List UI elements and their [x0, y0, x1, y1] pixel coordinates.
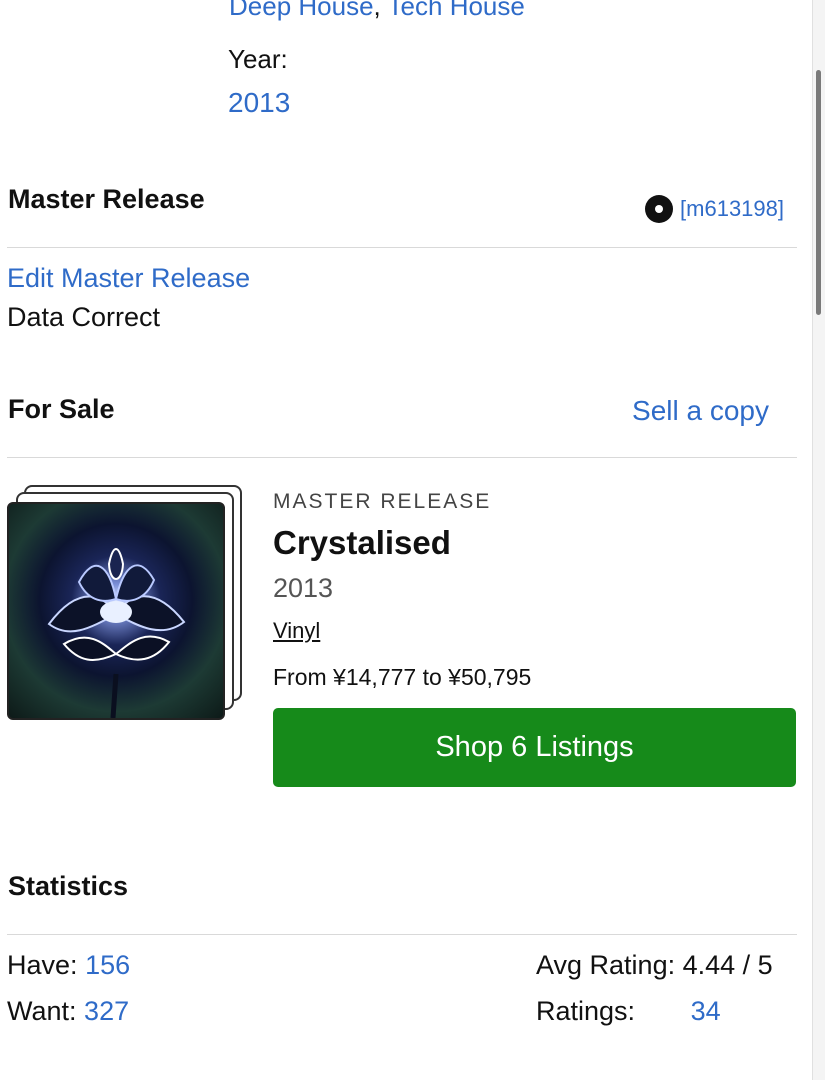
- edit-master-release-link[interactable]: Edit Master Release: [7, 263, 250, 294]
- flower-artwork-icon: [47, 548, 186, 718]
- genre-link-deep-house[interactable]: Deep House: [229, 0, 374, 21]
- genre-list: Deep House, Tech House: [229, 0, 525, 22]
- want-stat: Want: 327: [7, 996, 129, 1027]
- year-link[interactable]: 2013: [228, 87, 290, 119]
- master-release-heading: Master Release: [8, 184, 205, 214]
- shop-listings-button[interactable]: Shop 6 Listings: [273, 708, 796, 787]
- genre-link-tech-house[interactable]: Tech House: [388, 0, 525, 21]
- ratings-count-link[interactable]: 34: [691, 996, 721, 1026]
- avg-rating-stat: Avg Rating: 4.44 / 5: [536, 950, 773, 981]
- master-id-link[interactable]: [m613198]: [680, 196, 784, 222]
- scrollbar-thumb[interactable]: [816, 70, 821, 315]
- divider: [7, 247, 797, 248]
- vinyl-disc-icon: [645, 195, 674, 223]
- price-range: From ¥14,777 to ¥50,795: [273, 664, 532, 690]
- avg-rating-label: Avg Rating:: [536, 950, 676, 980]
- release-year: 2013: [273, 573, 334, 603]
- card-type-label: MASTER RELEASE: [273, 490, 492, 513]
- page-scrollbar[interactable]: [812, 0, 825, 1080]
- avg-rating-value: 4.44 / 5: [682, 950, 773, 980]
- master-release-id: [m613198]: [645, 195, 784, 223]
- have-label: Have:: [7, 950, 78, 980]
- release-title[interactable]: Crystalised: [273, 524, 451, 562]
- for-sale-heading: For Sale: [8, 394, 115, 424]
- ratings-stat: Ratings: 34: [536, 996, 721, 1027]
- sell-a-copy-link[interactable]: Sell a copy: [632, 395, 769, 427]
- year-label: Year:: [228, 44, 288, 74]
- master-cover-stack[interactable]: [7, 485, 243, 721]
- data-status: Data Correct: [7, 302, 161, 332]
- format-link[interactable]: Vinyl: [273, 618, 320, 644]
- want-count-link[interactable]: 327: [84, 996, 129, 1026]
- genre-separator: ,: [373, 0, 381, 21]
- have-stat: Have: 156: [7, 950, 130, 981]
- ratings-label: Ratings:: [536, 996, 636, 1026]
- album-cover-image[interactable]: [7, 502, 225, 720]
- have-count-link[interactable]: 156: [85, 950, 130, 980]
- statistics-heading: Statistics: [8, 871, 129, 901]
- divider: [7, 934, 797, 935]
- want-label: Want:: [7, 996, 77, 1026]
- divider: [7, 457, 797, 458]
